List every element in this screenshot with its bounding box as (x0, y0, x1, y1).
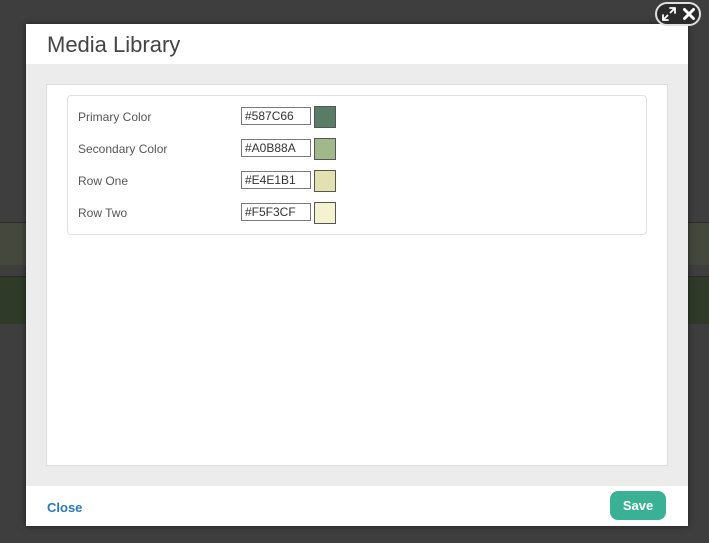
window-controls (655, 2, 701, 26)
secondary-color-input[interactable] (241, 139, 311, 157)
modal-title: Media Library (47, 32, 181, 57)
color-label: Secondary Color (78, 142, 168, 156)
color-row-one: Row One (68, 170, 646, 194)
color-row-two: Row Two (68, 202, 646, 226)
color-settings-panel: Primary Color Secondary Color Row One Ro… (67, 95, 647, 235)
primary-color-input[interactable] (241, 107, 311, 125)
color-label: Primary Color (78, 110, 152, 124)
media-library-modal: Media Library Primary Color Secondary Co… (26, 24, 688, 526)
row-one-color-swatch[interactable] (314, 170, 336, 192)
close-icon[interactable] (681, 6, 697, 22)
modal-footer: Close Save (26, 486, 688, 526)
row-two-color-input[interactable] (241, 203, 311, 221)
row-two-color-swatch[interactable] (314, 202, 336, 224)
modal-body: Primary Color Secondary Color Row One Ro… (46, 84, 668, 466)
primary-color-swatch[interactable] (314, 106, 336, 128)
row-one-color-input[interactable] (241, 171, 311, 189)
color-label: Row Two (78, 206, 128, 220)
color-row-secondary: Secondary Color (68, 138, 646, 162)
secondary-color-swatch[interactable] (314, 138, 336, 160)
close-link[interactable]: Close (47, 500, 82, 515)
color-label: Row One (78, 174, 129, 188)
modal-header: Media Library (26, 24, 688, 64)
expand-icon[interactable] (661, 6, 677, 22)
save-button[interactable]: Save (610, 491, 666, 520)
color-row-primary: Primary Color (68, 106, 646, 130)
